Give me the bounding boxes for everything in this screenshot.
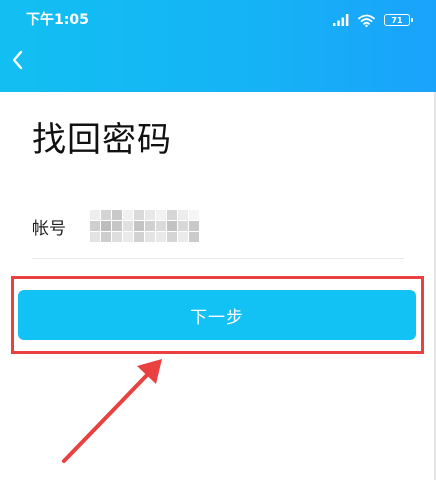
account-value-text: ■■■■■■■■■■ [90,210,91,211]
status-time: 下午1:05 [26,12,89,28]
wifi-icon [358,14,375,27]
next-step-button[interactable]: 下一步 [18,290,416,340]
account-divider [32,258,404,259]
page-title: 找回密码 [32,120,172,160]
signal-icon [333,14,349,26]
app-header: 下午1:05 71 [0,0,436,92]
battery-level: 71 [391,15,403,25]
status-bar: 下午1:05 71 [0,0,436,40]
back-button[interactable] [6,46,30,74]
battery-icon: 71 [384,14,413,26]
status-icons: 71 [324,12,413,28]
account-label: 帐号 [32,219,66,239]
account-value-masked: ■■■■■■■■■■ [90,210,200,242]
chevron-left-icon [12,50,23,70]
